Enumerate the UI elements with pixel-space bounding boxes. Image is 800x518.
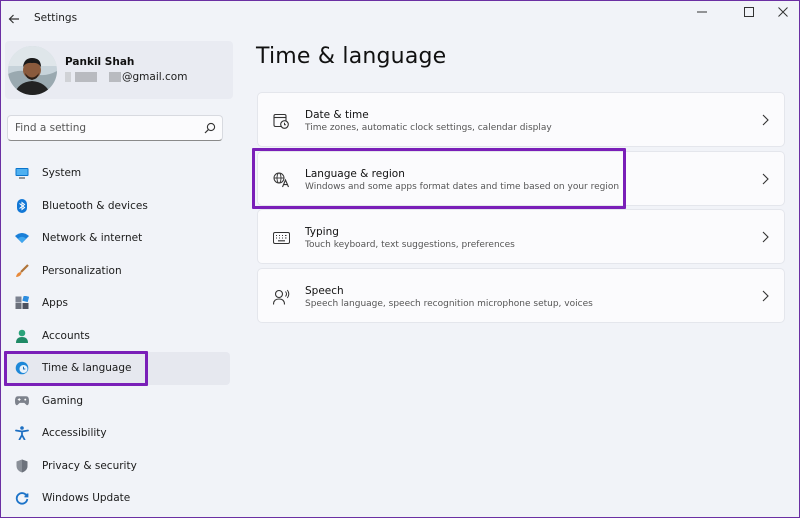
shield-icon	[15, 459, 29, 473]
sidebar-item-label: Network & internet	[42, 232, 143, 244]
redaction-block	[109, 72, 121, 82]
arrow-left-icon	[8, 14, 19, 24]
card-title: Language & region	[305, 168, 405, 180]
page-title: Time & language	[256, 44, 447, 69]
speech-icon	[272, 288, 290, 306]
email-suffix: @gmail.com	[122, 71, 188, 83]
card-description: Windows and some apps format dates and t…	[305, 182, 620, 192]
window-title: Settings	[34, 12, 78, 24]
sidebar-item-system[interactable]: System	[6, 157, 230, 190]
card-language-region[interactable]: Language & region Windows and some apps …	[257, 151, 785, 206]
redaction-block	[75, 72, 97, 82]
card-title: Speech	[305, 285, 344, 297]
title-bar: Settings	[1, 1, 799, 37]
minimize-icon	[697, 11, 707, 13]
maximize-icon	[744, 7, 754, 17]
language-icon	[272, 171, 290, 189]
sidebar-item-accessibility[interactable]: Accessibility	[6, 417, 230, 450]
sidebar-item-label: System	[42, 167, 82, 179]
profile-card[interactable]: Pankil Shah @gmail.com	[5, 41, 233, 99]
search-icon[interactable]	[204, 122, 216, 134]
settings-window: Settings Pankil Shah @gmail.com Find a s…	[0, 0, 800, 518]
sidebar-item-privacy-security[interactable]: Privacy & security	[6, 450, 230, 483]
chevron-right-icon	[760, 113, 770, 127]
sidebar-item-label: Bluetooth & devices	[42, 199, 148, 212]
card-speech[interactable]: Speech Speech language, speech recogniti…	[257, 268, 785, 323]
sidebar-item-label: Time & language	[42, 362, 132, 374]
sidebar-item-network-internet[interactable]: Network & internet	[6, 222, 230, 255]
sidebar-item-label: Gaming	[42, 394, 84, 407]
sidebar-item-gaming[interactable]: Gaming	[6, 385, 230, 418]
bluetooth-icon	[15, 198, 29, 213]
accessibility-icon	[15, 426, 29, 440]
redaction-block	[65, 72, 71, 82]
sidebar-item-accounts[interactable]: Accounts	[6, 320, 230, 353]
search-input[interactable]	[15, 120, 200, 136]
avatar-photo-icon	[8, 46, 57, 95]
keyboard-icon	[272, 229, 290, 247]
sidebar-item-bluetooth-devices[interactable]: Bluetooth & devices	[6, 190, 230, 223]
calendar-clock-icon	[272, 112, 290, 130]
apps-icon	[15, 296, 29, 310]
sidebar-item-personalization[interactable]: Personalization	[6, 255, 230, 288]
sidebar-item-label: Apps	[42, 297, 68, 309]
sidebar-item-time-language[interactable]: Time & language	[6, 352, 230, 385]
chevron-right-icon	[760, 172, 770, 186]
wifi-icon	[15, 231, 29, 245]
card-title: Typing	[305, 226, 339, 238]
update-icon	[15, 491, 29, 505]
sidebar-item-windows-update[interactable]: Windows Update	[6, 482, 230, 515]
profile-email: @gmail.com	[65, 71, 187, 83]
back-button[interactable]	[3, 8, 25, 30]
person-icon	[15, 329, 29, 343]
sidebar-nav: System Bluetooth & devices Network & int…	[1, 157, 233, 515]
chevron-right-icon	[760, 230, 770, 244]
card-description: Time zones, automatic clock settings, ca…	[305, 123, 552, 133]
sidebar-item-label: Accounts	[42, 329, 90, 342]
monitor-icon	[15, 166, 29, 180]
card-typing[interactable]: Typing Touch keyboard, text suggestions,…	[257, 209, 785, 264]
card-date-time[interactable]: Date & time Time zones, automatic clock …	[257, 92, 785, 147]
profile-name: Pankil Shah	[65, 56, 135, 68]
avatar	[8, 46, 57, 95]
gamepad-icon	[15, 394, 29, 408]
sidebar-item-apps[interactable]: Apps	[6, 287, 230, 320]
sidebar-item-label: Personalization	[42, 264, 122, 277]
card-title: Date & time	[305, 109, 369, 121]
chevron-right-icon	[760, 289, 770, 303]
close-icon	[778, 7, 788, 17]
card-description: Touch keyboard, text suggestions, prefer…	[305, 240, 515, 250]
sidebar-item-label: Privacy & security	[42, 459, 137, 472]
close-button[interactable]	[763, 1, 799, 23]
globe-clock-icon	[15, 361, 29, 375]
sidebar-item-label: Accessibility	[42, 427, 107, 439]
minimize-button[interactable]	[682, 1, 722, 23]
sidebar-item-label: Windows Update	[42, 492, 131, 504]
search-box[interactable]	[7, 115, 223, 141]
brush-icon	[15, 263, 29, 278]
card-description: Speech language, speech recognition micr…	[305, 299, 593, 309]
